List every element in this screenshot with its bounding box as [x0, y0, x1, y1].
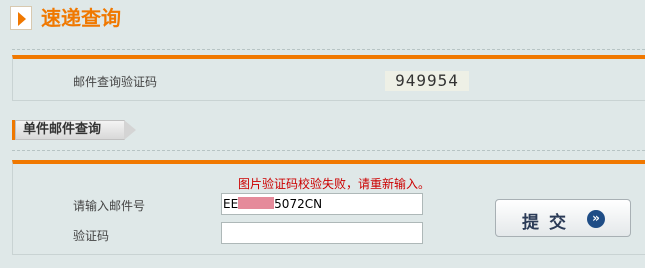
orange-arrow-icon — [10, 6, 32, 30]
tab-label: 单件邮件查询 — [15, 120, 125, 140]
mail-number-input[interactable]: EE 5072CN — [221, 193, 423, 215]
divider — [12, 49, 645, 50]
divider — [12, 150, 645, 151]
mail-number-label: 请输入邮件号 — [73, 199, 146, 213]
captcha-field-label: 验证码 — [73, 229, 110, 243]
double-chevron-right-icon: » — [587, 210, 605, 228]
captcha-input[interactable] — [221, 222, 423, 244]
page-title: 速递查询 — [41, 6, 121, 30]
error-message: 图片验证码校验失败，请重新输入。 — [238, 177, 431, 191]
tab-arrow-icon — [124, 120, 136, 140]
mail-query-captcha-label: 邮件查询验证码 — [73, 75, 158, 89]
captcha-panel: 邮件查询验证码 949954 — [12, 55, 645, 101]
captcha-image[interactable]: 949954 — [385, 71, 469, 91]
redaction-mark — [238, 197, 275, 209]
submit-label: 提交 — [522, 213, 576, 233]
mail-number-prefix: EE — [223, 197, 239, 211]
mail-number-suffix: 5072CN — [274, 197, 323, 211]
query-form-panel: 图片验证码校验失败，请重新输入。 请输入邮件号 EE 5072CN 验证码 提交 … — [12, 160, 645, 255]
submit-button[interactable]: 提交 » — [495, 199, 631, 237]
